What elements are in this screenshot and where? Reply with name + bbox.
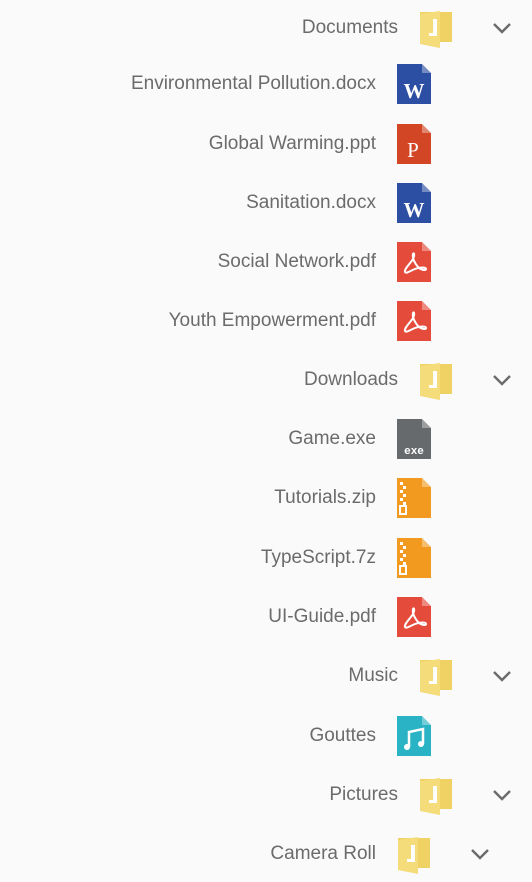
file-node[interactable]: Global Warming.ppt P bbox=[0, 116, 532, 172]
folder-node[interactable]: Downloads bbox=[0, 352, 532, 408]
chevron-down-icon[interactable] bbox=[468, 842, 492, 866]
node-label: Social Network.pdf bbox=[217, 251, 376, 272]
svg-text:W: W bbox=[404, 79, 425, 103]
svg-text:P: P bbox=[407, 138, 419, 162]
node-label: Youth Empowerment.pdf bbox=[168, 310, 376, 331]
chevron-down-icon[interactable] bbox=[490, 16, 514, 40]
file-node[interactable]: Gouttes bbox=[0, 708, 532, 764]
pdf-file-icon bbox=[396, 301, 432, 341]
file-node[interactable]: Sanitation.docx W bbox=[0, 175, 532, 231]
node-label: Camera Roll bbox=[270, 843, 376, 864]
node-label: UI-Guide.pdf bbox=[268, 606, 376, 627]
chevron-down-icon[interactable] bbox=[490, 368, 514, 392]
file-node[interactable]: Tutorials.zip bbox=[0, 470, 532, 526]
pdf-file-icon bbox=[396, 597, 432, 637]
folder-icon bbox=[418, 775, 454, 815]
node-label: Global Warming.ppt bbox=[208, 133, 376, 154]
folder-icon bbox=[418, 656, 454, 696]
pdf-file-icon bbox=[396, 242, 432, 282]
node-label: Documents bbox=[301, 17, 398, 38]
chevron-down-icon[interactable] bbox=[490, 783, 514, 807]
node-label: Music bbox=[348, 665, 398, 686]
node-label: Game.exe bbox=[288, 428, 376, 449]
folder-icon bbox=[396, 834, 432, 874]
folder-icon bbox=[418, 360, 454, 400]
file-node[interactable]: Social Network.pdf bbox=[0, 234, 532, 290]
file-node[interactable]: UI-Guide.pdf bbox=[0, 589, 532, 645]
folder-node[interactable]: Camera Roll bbox=[0, 826, 532, 882]
node-label: Gouttes bbox=[309, 725, 376, 746]
zip-file-icon bbox=[396, 478, 432, 518]
audio-file-icon bbox=[396, 716, 432, 756]
file-node[interactable]: TypeScript.7z bbox=[0, 530, 532, 586]
folder-node[interactable]: Documents bbox=[0, 0, 532, 56]
file-node[interactable]: Youth Empowerment.pdf bbox=[0, 293, 532, 349]
node-label: TypeScript.7z bbox=[260, 547, 376, 568]
node-label: Environmental Pollution.docx bbox=[130, 73, 376, 94]
node-label: Pictures bbox=[329, 784, 398, 805]
svg-text:exe: exe bbox=[404, 446, 424, 458]
word-file-icon: W bbox=[396, 64, 432, 104]
file-node[interactable]: Game.exe exe bbox=[0, 411, 532, 467]
powerpoint-file-icon: P bbox=[396, 124, 432, 164]
node-label: Tutorials.zip bbox=[274, 487, 376, 508]
chevron-down-icon[interactable] bbox=[490, 664, 514, 688]
zip-file-icon bbox=[396, 538, 432, 578]
folder-node[interactable]: Pictures bbox=[0, 767, 532, 823]
folder-icon bbox=[418, 8, 454, 48]
exe-file-icon: exe bbox=[396, 419, 432, 459]
file-node[interactable]: Environmental Pollution.docx W bbox=[0, 56, 532, 112]
node-label: Downloads bbox=[304, 369, 398, 390]
folder-node[interactable]: Music bbox=[0, 648, 532, 704]
node-label: Sanitation.docx bbox=[246, 192, 376, 213]
word-file-icon: W bbox=[396, 183, 432, 223]
svg-text:W: W bbox=[404, 198, 425, 222]
